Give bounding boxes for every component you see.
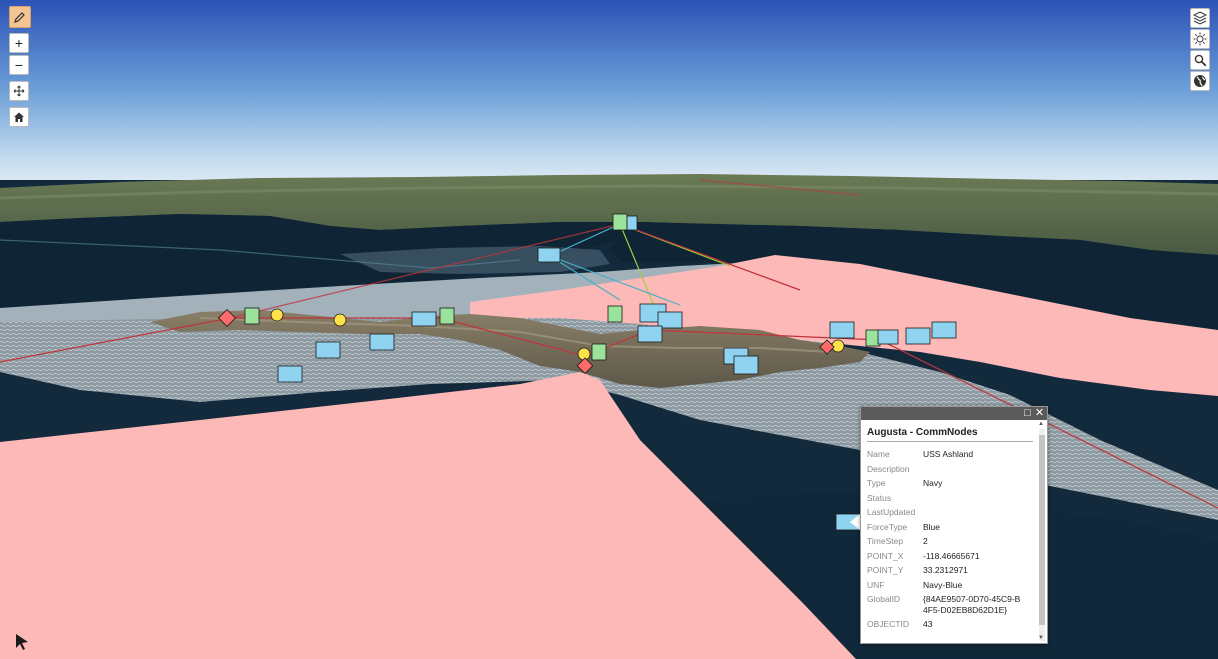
pan-icon — [13, 85, 25, 97]
basemap-button[interactable] — [1190, 71, 1210, 91]
ground-unit-symbol[interactable] — [607, 305, 623, 323]
naval-unit-symbol[interactable] — [637, 325, 663, 343]
attribute-row: TimeStep 2 — [867, 536, 928, 546]
plus-icon: + — [14, 35, 24, 51]
scroll-up-icon[interactable]: ▲ — [1038, 421, 1044, 427]
search-button[interactable] — [1190, 50, 1210, 70]
attribute-row: Name USS Ashland — [867, 449, 974, 459]
scroll-down-icon[interactable]: ▼ — [1038, 635, 1044, 641]
naval-unit-symbol[interactable] — [931, 321, 957, 339]
popup-pointer — [850, 514, 860, 530]
attribute-row: GlobalID {84AE9507-0D70-45C9-B4F5-D02EB8D… — [867, 594, 1021, 615]
pan-button[interactable] — [9, 81, 29, 101]
naval-unit-symbol[interactable] — [411, 311, 437, 327]
attribute-row: OBJECTID 43 — [867, 619, 933, 629]
attribute-row: UNF Navy-Blue — [867, 579, 963, 590]
feature-popup[interactable]: □ ✕ Augusta - CommNodes Name USS Ashland … — [860, 406, 1048, 644]
attribute-row: POINT_Y 33.2312971 — [867, 565, 968, 575]
ground-unit-symbol[interactable] — [591, 343, 607, 361]
popup-header-bar: □ ✕ — [861, 407, 1047, 420]
close-icon[interactable]: ✕ — [1034, 408, 1045, 419]
naval-unit-symbol[interactable] — [369, 333, 395, 351]
search-icon — [1194, 54, 1206, 66]
home-icon — [14, 112, 24, 122]
attribute-row: Type Navy — [867, 478, 943, 488]
sky — [0, 0, 1218, 200]
naval-unit-symbol[interactable] — [877, 329, 899, 345]
unknown-unit-symbol[interactable] — [333, 313, 347, 327]
popup-title: Augusta - CommNodes — [867, 427, 1033, 442]
popup-attributes: Name USS Ashland Description Type Navy Sta… — [867, 447, 1039, 632]
naval-unit-symbol[interactable] — [733, 355, 759, 375]
unknown-unit-symbol[interactable] — [270, 308, 284, 322]
attribute-row: POINT_X -118.46665671 — [867, 550, 980, 561]
layers-icon — [1193, 11, 1207, 25]
ground-unit-symbol[interactable] — [439, 307, 455, 325]
unknown-unit-symbol[interactable] — [577, 347, 591, 361]
unknown-unit-symbol[interactable] — [831, 339, 845, 353]
daylight-button[interactable] — [1190, 29, 1210, 49]
naval-unit-symbol[interactable] — [315, 341, 341, 359]
naval-unit-symbol[interactable] — [537, 247, 561, 263]
attribute-row: ForceType Blue — [867, 521, 941, 532]
pencil-icon — [14, 12, 25, 23]
comm-node-symbol[interactable] — [612, 213, 638, 231]
naval-unit-symbol[interactable] — [905, 327, 931, 345]
popup-scrollbar[interactable] — [1039, 429, 1045, 641]
zoom-in-button[interactable]: + — [9, 33, 29, 53]
attribute-row: LastUpdated — [867, 507, 916, 517]
sun-icon — [1193, 32, 1207, 46]
edit-tool-button[interactable] — [9, 6, 31, 28]
globe-icon — [1194, 75, 1206, 87]
attribute-row: Description — [867, 463, 910, 474]
scrollbar-thumb[interactable] — [1039, 435, 1045, 625]
naval-unit-symbol[interactable] — [277, 365, 303, 383]
ground-unit-symbol[interactable] — [244, 307, 260, 325]
zoom-out-button[interactable]: − — [9, 55, 29, 75]
attribute-row: Status — [867, 492, 892, 503]
maximize-icon[interactable]: □ — [1022, 408, 1033, 419]
home-button[interactable] — [9, 107, 29, 127]
minus-icon: − — [14, 57, 24, 73]
layers-button[interactable] — [1190, 8, 1210, 28]
naval-unit-symbol[interactable] — [829, 321, 855, 339]
